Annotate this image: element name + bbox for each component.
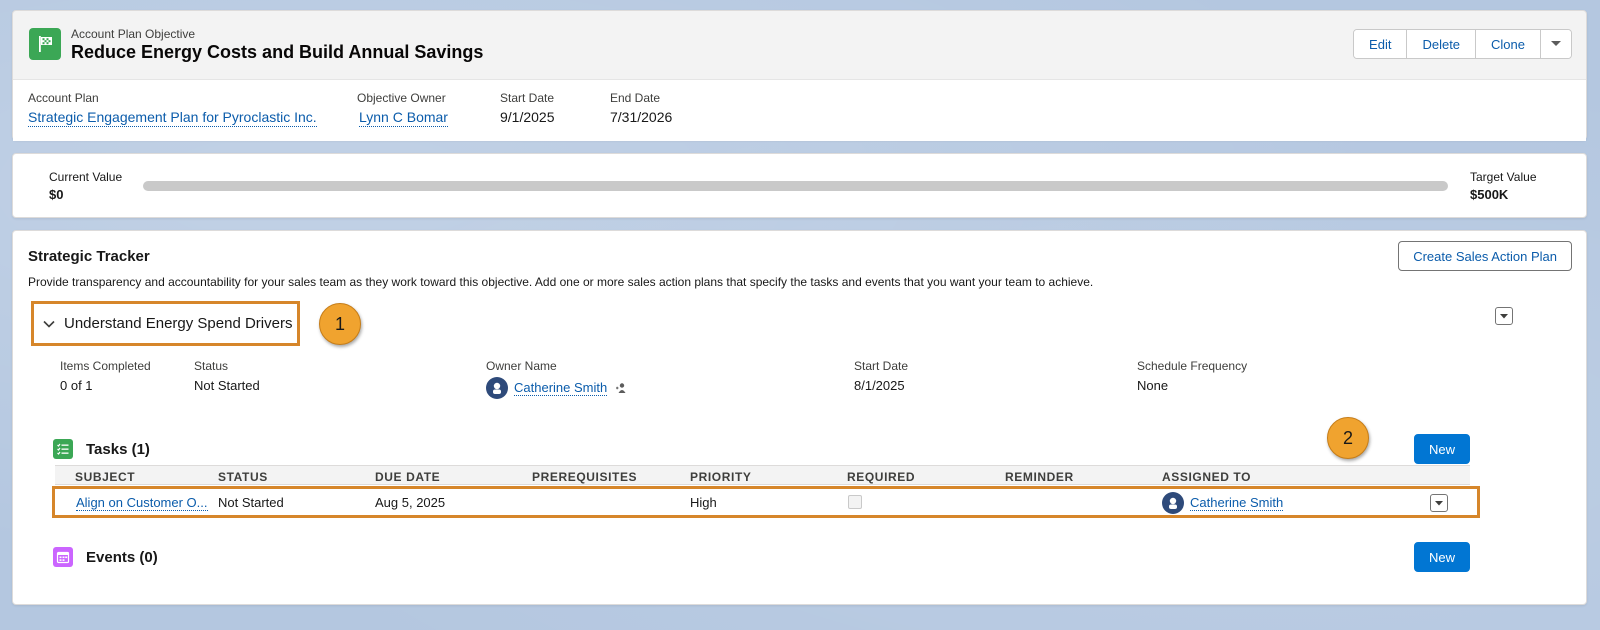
record-type-label: Account Plan Objective (71, 27, 196, 41)
column-header[interactable]: ASSIGNED TO (1162, 470, 1251, 484)
plan-start-date-field: Start Date 8/1/2025 (854, 359, 909, 393)
callout-badge-1: 1 (319, 303, 361, 345)
record-header: Account Plan Objective Reduce Energy Cos… (12, 10, 1587, 141)
task-required-checkbox (848, 495, 862, 509)
change-owner-icon[interactable] (615, 382, 627, 394)
objective-flag-icon (29, 28, 61, 60)
edit-button[interactable]: Edit (1354, 30, 1408, 58)
chevron-down-icon (1551, 41, 1561, 46)
calendar-icon (53, 547, 73, 567)
record-actions: Edit Delete Clone (1353, 29, 1572, 59)
schedule-frequency-field: Schedule Frequency None (1137, 359, 1248, 393)
new-event-button[interactable]: New (1414, 542, 1470, 572)
tracker-description: Provide transparency and accountability … (28, 275, 1094, 289)
column-header[interactable]: PREREQUISITES (532, 470, 637, 484)
chevron-down-icon (1500, 313, 1508, 318)
tasks-section-header: Tasks (1) (53, 439, 150, 459)
column-header[interactable]: DUE DATE (375, 470, 440, 484)
plan-status-field: Status Not Started (194, 359, 260, 393)
column-header[interactable]: REMINDER (1005, 470, 1074, 484)
account-plan-field: Account Plan Strategic Engagement Plan f… (28, 91, 317, 127)
more-actions-button[interactable] (1541, 30, 1571, 58)
task-due-date: Aug 5, 2025 (375, 495, 446, 510)
column-header[interactable]: SUBJECT (75, 470, 135, 484)
plan-menu-button[interactable] (1495, 307, 1513, 325)
task-status: Not Started (218, 495, 284, 510)
events-title: Events (0) (86, 548, 158, 566)
end-date-field: End Date 7/31/2026 (610, 91, 673, 125)
items-completed-field: Items Completed 0 of 1 (60, 359, 151, 393)
task-assignee-link[interactable]: Catherine Smith (1190, 495, 1284, 511)
delete-button[interactable]: Delete (1407, 30, 1477, 58)
strategic-tracker: Strategic Tracker Create Sales Action Pl… (12, 230, 1587, 605)
new-task-button[interactable]: New (1414, 434, 1470, 464)
plan-owner-link[interactable]: Catherine Smith (514, 380, 608, 396)
start-date-field: Start Date 9/1/2025 (500, 91, 555, 125)
user-avatar-icon (486, 377, 508, 399)
sales-action-plan-toggle[interactable]: Understand Energy Spend Drivers (31, 301, 300, 346)
column-header[interactable]: PRIORITY (690, 470, 751, 484)
clone-button[interactable]: Clone (1476, 30, 1541, 58)
row-actions-button[interactable] (1430, 494, 1448, 512)
page-title: Reduce Energy Costs and Build Annual Sav… (71, 42, 484, 62)
task-subject-link[interactable]: Align on Customer O... (76, 495, 208, 511)
chevron-down-icon (1435, 500, 1443, 505)
create-sales-action-plan-button[interactable]: Create Sales Action Plan (1398, 241, 1572, 271)
progress-bar (143, 181, 1448, 191)
task-priority: High (690, 495, 717, 510)
events-section-header: Events (0) (53, 547, 158, 567)
user-avatar-icon (1162, 492, 1184, 514)
table-row: Align on Customer O... Not Started Aug 5… (52, 486, 1480, 518)
account-plan-link[interactable]: Strategic Engagement Plan for Pyroclasti… (28, 109, 317, 127)
tasks-table-header: SUBJECT STATUS DUE DATE PREREQUISITES PR… (55, 465, 1470, 485)
current-value: Current Value $0 (49, 170, 123, 202)
objective-owner-field: Objective Owner Lynn C Bomar (357, 91, 448, 127)
record-header-top: Account Plan Objective Reduce Energy Cos… (13, 11, 1586, 78)
column-header[interactable]: REQUIRED (847, 470, 915, 484)
tasks-title: Tasks (1) (86, 440, 150, 458)
callout-badge-2: 2 (1327, 417, 1369, 459)
tracker-title: Strategic Tracker (28, 248, 150, 265)
task-assigned-to: Catherine Smith (1162, 492, 1284, 514)
task-list-icon (53, 439, 73, 459)
owner-name-field: Owner Name Catherine Smith (486, 359, 627, 399)
highlights-panel: Account Plan Strategic Engagement Plan f… (13, 79, 1586, 141)
chevron-down-icon (43, 320, 55, 328)
objective-progress: Current Value $0 Target Value $500K (12, 153, 1587, 218)
objective-owner-link[interactable]: Lynn C Bomar (359, 109, 448, 127)
target-value: Target Value $500K (1470, 170, 1537, 202)
sales-action-plan-name: Understand Energy Spend Drivers (64, 315, 293, 332)
column-header[interactable]: STATUS (218, 470, 268, 484)
